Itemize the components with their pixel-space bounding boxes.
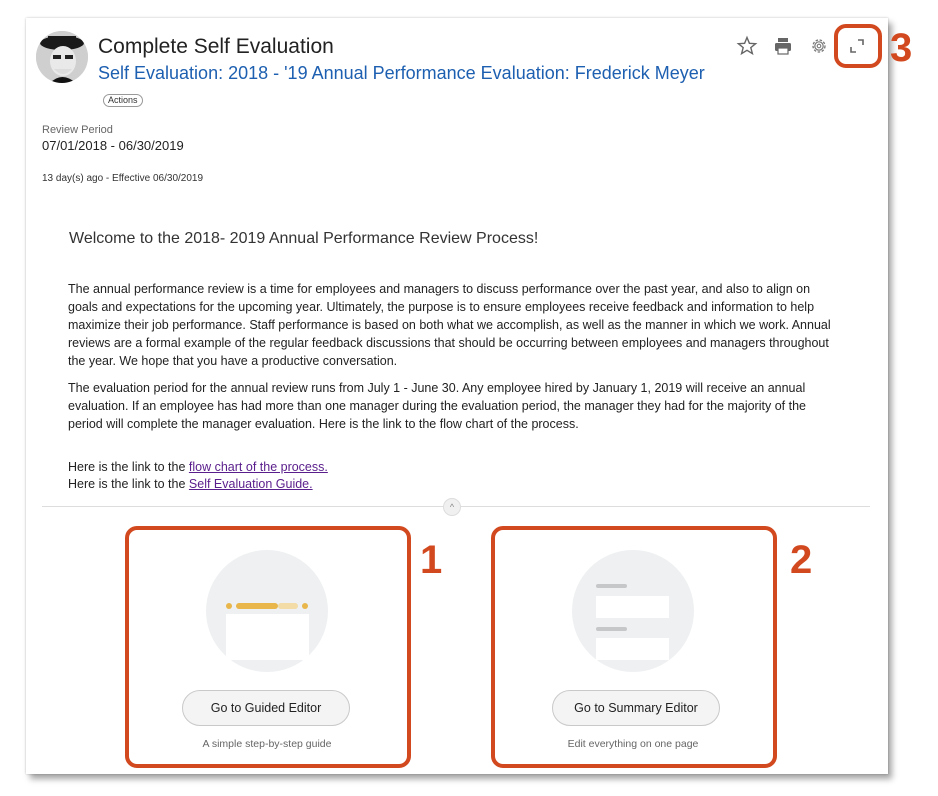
actions-button[interactable]: Actions [103,94,143,107]
self-evaluation-guide-link[interactable]: Self Evaluation Guide. [189,477,313,491]
flow-chart-link-line: Here is the link to the flow chart of th… [68,460,328,474]
welcome-heading: Welcome to the 2018- 2019 Annual Perform… [69,230,539,247]
effective-date-meta: 13 day(s) ago - Effective 06/30/2019 [42,173,204,184]
callout-number-1: 1 [420,538,443,582]
intro-paragraph: The annual performance review is a time … [68,282,831,368]
callout-number-3: 3 [890,26,913,70]
callout-box-expand [834,24,882,68]
flow-chart-link[interactable]: flow chart of the process. [189,460,328,474]
gear-icon[interactable] [808,35,830,57]
guide-link-line: Here is the link to the Self Evaluation … [68,477,313,491]
callout-box-guided [125,526,411,768]
callout-box-summary [491,526,777,768]
evaluation-period-paragraph: The evaluation period for the annual rev… [68,381,806,431]
review-period-label: Review Period [42,124,113,136]
star-icon[interactable] [736,35,758,57]
evaluation-subtitle-link[interactable]: Self Evaluation: 2018 - '19 Annual Perfo… [98,63,705,84]
page-title: Complete Self Evaluation [98,35,334,58]
collapse-chevron-icon[interactable]: ^ [443,498,461,516]
link-prefix: Here is the link to the [68,477,189,491]
print-icon[interactable] [772,35,794,57]
callout-number-2: 2 [790,538,813,582]
link-prefix: Here is the link to the [68,460,189,474]
avatar [36,31,88,83]
review-period-value: 07/01/2018 - 06/30/2019 [42,138,184,153]
